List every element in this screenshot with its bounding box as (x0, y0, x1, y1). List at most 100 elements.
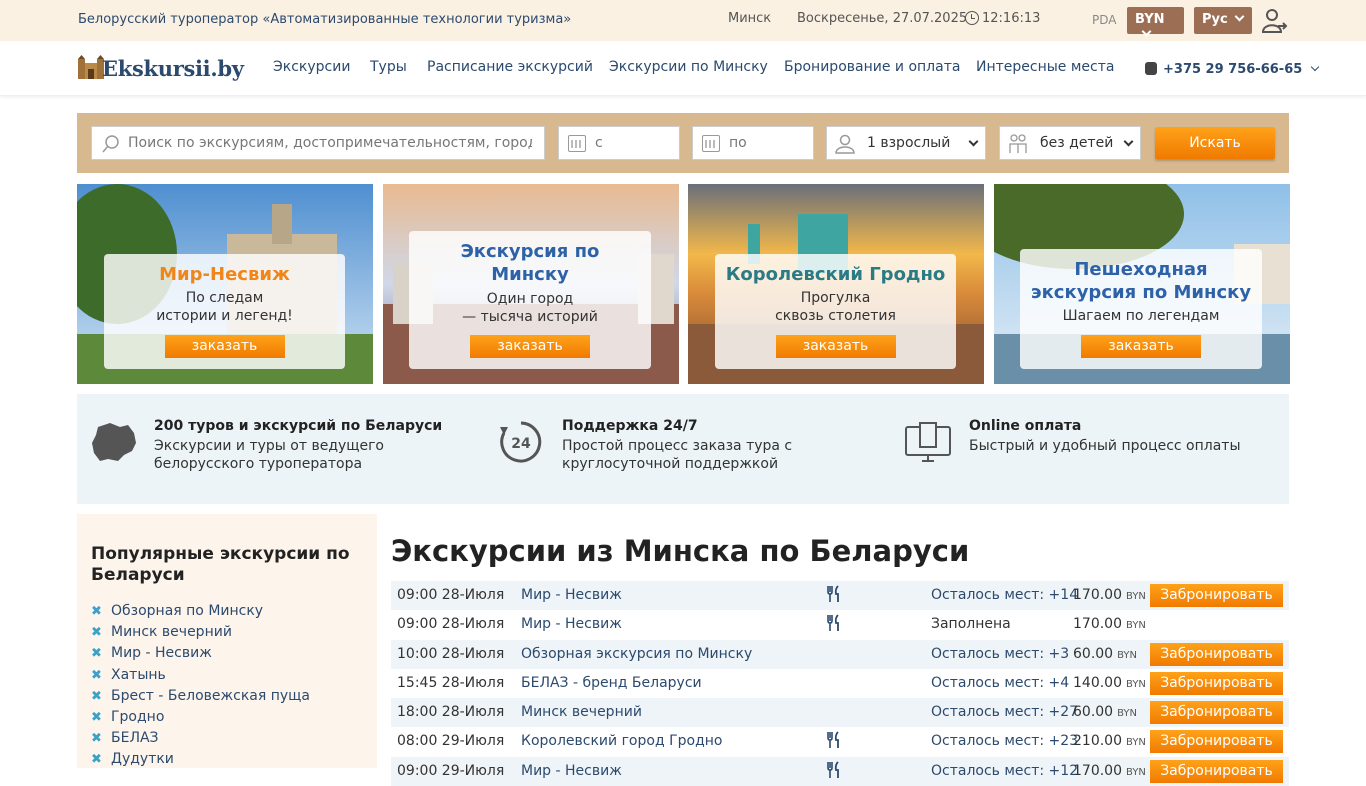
card-title: Мир-Несвиж (159, 264, 290, 285)
sidebar-item-label: Гродно (111, 708, 165, 725)
seats-left[interactable]: Осталось мест: +23 (931, 733, 1078, 749)
book-button[interactable]: Забронировать (1150, 584, 1283, 607)
top-bar: Белорусский туроператор «Автоматизирован… (0, 0, 1366, 41)
book-button[interactable]: Забронировать (1150, 730, 1283, 754)
nav-schedule[interactable]: Расписание экскурсий (427, 59, 593, 75)
sidebar-item-minsk-evening[interactable]: ✖ Минск вечерний (91, 624, 310, 645)
fork-knife-icon (827, 731, 841, 753)
bullet-icon: ✖ (91, 731, 102, 747)
currency-select[interactable]: BYN (1127, 7, 1184, 37)
currency-label: BYN (1126, 620, 1146, 632)
language-select[interactable]: Рус (1194, 7, 1252, 34)
feature-heading: Online оплата (969, 418, 1082, 434)
excursion-name-link[interactable]: Мир - Несвиж (521, 616, 622, 632)
nav-interesting-places[interactable]: Интересные места (976, 59, 1114, 75)
pda-link[interactable]: PDA (1092, 13, 1116, 27)
sidebar-list: ✖ Обзорная по Минску ✖ Минск вечерний ✖ Мир… (91, 603, 310, 773)
sidebar-item-brest[interactable]: ✖ Брест - Беловежская пуща (91, 688, 310, 709)
seats-left[interactable]: Осталось мест: +27 (931, 704, 1078, 720)
promo-card-mir-nesvizh[interactable]: Мир-Несвиж По следам истории и легенд! з… (77, 184, 373, 384)
feature-text-line1: Простой процесс заказа тура с (562, 438, 793, 454)
search-button[interactable]: Искать (1155, 127, 1275, 159)
chevron-down-icon (1310, 62, 1320, 72)
book-button[interactable]: Забронировать (1150, 701, 1283, 725)
city-label[interactable]: Минск (728, 11, 771, 26)
currency-label: BYN (1126, 678, 1146, 690)
date-to-field[interactable]: по (692, 126, 814, 160)
nav-booking-payment[interactable]: Бронирование и оплата (784, 59, 960, 75)
excursion-name-link[interactable]: Мир - Несвиж (521, 587, 622, 603)
nav-minsk-excursions[interactable]: Экскурсии по Минску (609, 59, 768, 75)
feature-text-line2: круглосуточной поддержкой (562, 456, 779, 472)
feature-heading: Поддержка 24/7 (562, 418, 698, 434)
sidebar-item-khatyn[interactable]: ✖ Хатынь (91, 667, 310, 688)
seats-left[interactable]: Осталось мест: +4 (931, 675, 1069, 691)
order-button[interactable]: заказать (775, 335, 896, 358)
sidebar-item-dudutki[interactable]: ✖ Дудутки (91, 751, 310, 772)
adults-value: 1 взрослый (867, 135, 951, 151)
card-subtitle-line2: истории и легенд! (156, 308, 293, 324)
phone-dropdown[interactable]: +375 29 756-66-65 (1145, 60, 1320, 77)
organization-name: Белорусский туроператор «Автоматизирован… (78, 12, 572, 27)
feature-tours: 200 туров и экскурсий по Беларуси Экскур… (154, 418, 442, 473)
sidebar-item-label: Мир - Несвиж (111, 645, 212, 662)
search-bar: Поиск по экскурсиям, достопримечательнос… (77, 113, 1289, 173)
sidebar-item-label: Минск вечерний (111, 624, 232, 641)
sidebar-item-minsk-overview[interactable]: ✖ Обзорная по Минску (91, 603, 310, 624)
promo-card-grodno[interactable]: Королевский Гродно Прогулка сквозь столе… (688, 184, 984, 384)
order-button[interactable]: заказать (470, 335, 590, 358)
order-button[interactable]: заказать (164, 335, 285, 358)
order-button[interactable]: заказать (1081, 335, 1201, 358)
promo-card-minsk[interactable]: Экскурсия по Минску Один город — тысяча … (383, 184, 679, 384)
departure-time: 09:00 29-Июля (397, 762, 505, 779)
nav-excursions[interactable]: Экскурсии (273, 59, 350, 75)
bullet-icon: ✖ (91, 625, 102, 641)
book-button[interactable]: Забронировать (1150, 671, 1283, 695)
support-24-icon: 24 (500, 421, 542, 463)
logo-text: Ekskursii.by (102, 56, 244, 81)
promo-card-minsk-walking[interactable]: Пешеходная экскурсия по Минску Шагаем по… (994, 184, 1290, 384)
computer-payment-icon (905, 422, 951, 462)
currency-value: BYN (1135, 12, 1165, 27)
excursion-name-link[interactable]: Королевский город Гродно (521, 733, 722, 749)
features-panel: 200 туров и экскурсий по Беларуси Экскур… (77, 394, 1289, 504)
fork-knife-icon (827, 761, 841, 783)
adult-person-icon (835, 134, 855, 154)
search-input[interactable]: Поиск по экскурсиям, достопримечательнос… (91, 126, 545, 160)
excursion-name-link[interactable]: Мир - Несвиж (521, 763, 622, 779)
date-from-field[interactable]: с (558, 126, 680, 160)
card-subtitle-line2: — тысяча историй (462, 309, 598, 325)
excursion-name-link[interactable]: БЕЛАЗ - бренд Беларуси (521, 675, 702, 691)
card-subtitle-line1: Один город (486, 291, 574, 307)
nav-tours[interactable]: Туры (370, 59, 407, 75)
excursion-name-link[interactable]: Минск вечерний (521, 704, 642, 720)
chevron-down-icon (1123, 136, 1134, 147)
departure-time: 09:00 28-Июля (397, 616, 505, 633)
bullet-icon: ✖ (91, 752, 102, 768)
seats-left[interactable]: Осталось мест: +12 (931, 763, 1078, 779)
book-button[interactable]: Забронировать (1150, 642, 1283, 666)
castle-logo-icon (78, 55, 104, 79)
excursion-name-link[interactable]: Обзорная экскурсия по Минску (521, 646, 752, 662)
children-select[interactable]: без детей (999, 126, 1141, 160)
children-icon (1009, 134, 1027, 153)
table-row: 09:00 28-Июля Мир - Несвиж Заполнена 170.00… (391, 610, 1289, 639)
seats-left[interactable]: Осталось мест: +3 (931, 646, 1069, 662)
user-login-icon[interactable] (1262, 8, 1288, 34)
seats-left[interactable]: Осталось мест: +14 (931, 587, 1078, 603)
price: 210.00 BYN (1073, 733, 1146, 750)
search-icon (102, 135, 119, 153)
table-row: 09:00 28-Июля Мир - Несвиж Осталось мест: … (391, 581, 1289, 611)
currency-label: BYN (1117, 649, 1137, 661)
clock-icon (965, 11, 979, 25)
sidebar-item-grodno[interactable]: ✖ Гродно (91, 709, 310, 730)
site-logo[interactable]: Ekskursii.by (78, 51, 244, 85)
chevron-down-icon (968, 136, 979, 147)
sidebar-item-label: Обзорная по Минску (111, 603, 264, 619)
price: 170.00 BYN (1073, 762, 1146, 779)
sidebar-item-belaz[interactable]: ✖ БЕЛАЗ (91, 730, 310, 751)
sidebar-item-mir-nesvizh[interactable]: ✖ Мир - Несвиж (91, 645, 310, 666)
departure-time: 09:00 28-Июля (397, 587, 505, 603)
book-button[interactable]: Забронировать (1150, 759, 1283, 783)
adults-select[interactable]: 1 взрослый (826, 126, 986, 160)
